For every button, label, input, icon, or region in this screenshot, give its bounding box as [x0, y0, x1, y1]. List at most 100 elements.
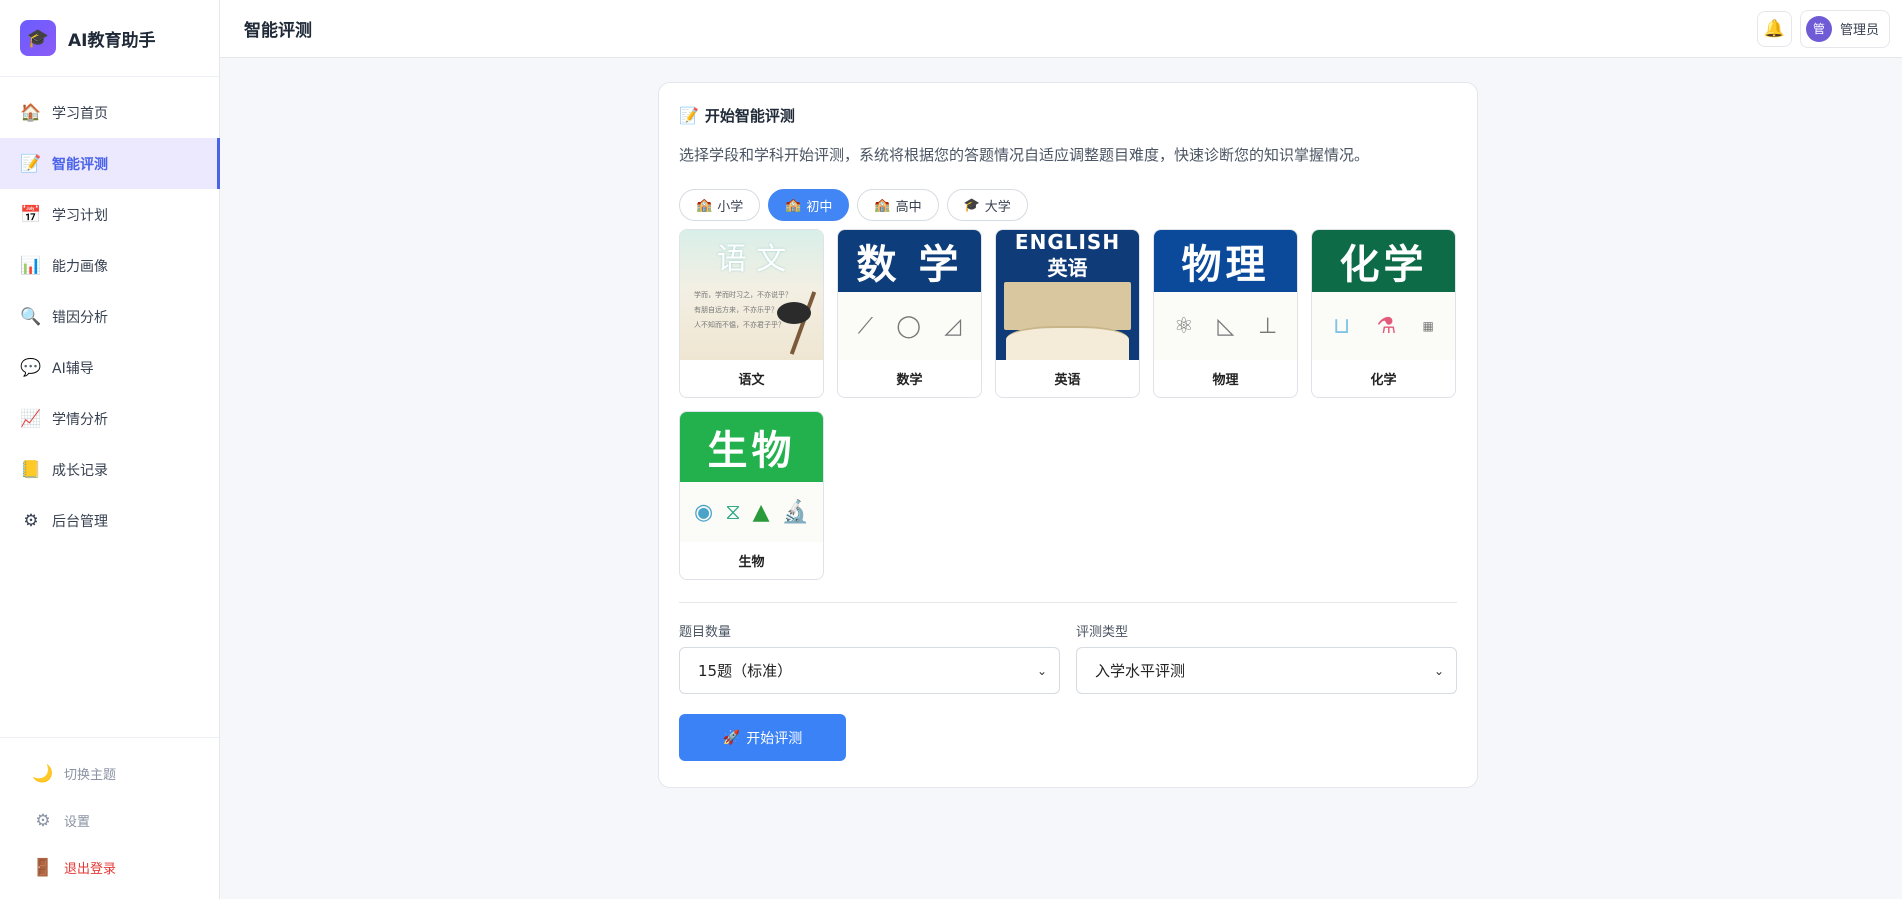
- subject-cover-image: 数 学 ⟋ ◯ ◿: [838, 230, 981, 360]
- cover-title: 英语: [1047, 256, 1088, 280]
- subject-cover-image: 物理 ⚛ ◺ ⊥: [1154, 230, 1297, 360]
- sidebar-bottom: 🌙 切换主题 ⚙ 设置 🚪 退出登录: [0, 737, 219, 899]
- assessment-type-label: 评测类型: [1076, 625, 1129, 640]
- sidebar-item-label: 学习计划: [52, 207, 108, 224]
- stage-label: 大学: [984, 199, 1011, 215]
- sidebar-item-assessment[interactable]: 📝 智能评测: [0, 138, 220, 189]
- logout-button[interactable]: 🚪 退出登录: [0, 844, 219, 891]
- sidebar-item-growth[interactable]: 📒 成长记录: [0, 444, 219, 495]
- start-assessment-button[interactable]: 🚀 开始评测: [679, 714, 846, 761]
- stage-junior-button[interactable]: 🏫 初中: [768, 189, 850, 221]
- school-icon: 🏫: [785, 197, 802, 213]
- theme-toggle-button[interactable]: 🌙 切换主题: [0, 750, 219, 797]
- card-title: 📝 开始智能评测: [679, 105, 1457, 126]
- subject-cover-image: ENGLISH 英语: [996, 230, 1139, 360]
- sidebar-item-label: AI辅导: [52, 360, 94, 377]
- subject-card-biology[interactable]: 生物 ◉ ⧖ ▲ 🔬 生物: [679, 411, 824, 580]
- memo-icon: 📝: [679, 106, 699, 125]
- gear-icon: ⚙: [23, 510, 39, 531]
- subject-card-math[interactable]: 数 学 ⟋ ◯ ◿ 数学: [837, 229, 982, 398]
- atom-icon: ⚛: [1173, 313, 1194, 339]
- cell-icon: ◉: [694, 499, 714, 525]
- stage-label: 初中: [806, 199, 833, 215]
- chevron-down-icon: ⌄: [1433, 663, 1444, 678]
- beaker-icon: ⊔: [1333, 313, 1351, 339]
- inkstone-icon: [777, 302, 811, 324]
- graduation-cap-icon: 🎓: [963, 197, 980, 213]
- options-row: 题目数量 15题（标准） ⌄ 评测类型 入学水平评测 ⌄: [679, 621, 1457, 694]
- trend-chart-icon: 📈: [20, 408, 42, 429]
- open-book-icon: [1006, 326, 1129, 360]
- cover-line: 学而，学而时习之，不亦说乎？: [694, 291, 792, 299]
- biology-diagrams: ◉ ⧖ ▲ 🔬: [680, 482, 823, 542]
- brand[interactable]: 🎓 AI教育助手: [0, 0, 219, 77]
- school-icon: 🏫: [874, 197, 891, 213]
- gear-icon: ⚙: [35, 810, 51, 831]
- question-count-select[interactable]: 15题（标准） ⌄: [679, 647, 1060, 694]
- cover-title: 化学: [1312, 230, 1455, 292]
- sidebar-item-home[interactable]: 🏠 学习首页: [0, 87, 219, 138]
- leaf-icon: ▲: [752, 499, 770, 525]
- sidebar-item-label: 能力画像: [52, 258, 108, 275]
- subject-name: 生物: [738, 555, 765, 570]
- sidebar: 🎓 AI教育助手 🏠 学习首页 📝 智能评测 📅 学习计划 📊 能力画像 🔍 错…: [0, 0, 220, 899]
- question-count-label: 题目数量: [679, 625, 732, 640]
- sidebar-item-learning-analysis[interactable]: 📈 学情分析: [0, 393, 219, 444]
- dna-icon: ⧖: [725, 499, 741, 525]
- question-count-value: 15题（标准）: [698, 662, 793, 680]
- sidebar-item-profile[interactable]: 📊 能力画像: [0, 240, 219, 291]
- subject-cover-image: 生物 ◉ ⧖ ▲ 🔬: [680, 412, 823, 542]
- incline-icon: ◺: [1217, 313, 1235, 339]
- assessment-type-select[interactable]: 入学水平评测 ⌄: [1076, 647, 1457, 694]
- user-menu-button[interactable]: 管 管理员: [1799, 9, 1890, 48]
- memo-icon: 📝: [20, 153, 42, 174]
- subject-name: 物理: [1212, 373, 1239, 388]
- triangle-icon: ◿: [944, 313, 962, 339]
- notebook-icon: 📒: [20, 459, 42, 480]
- notification-button[interactable]: 🔔: [1756, 10, 1792, 47]
- stage-primary-button[interactable]: 🏫 小学: [679, 189, 761, 221]
- flask-icon: ⚗: [1376, 313, 1397, 339]
- stage-senior-button[interactable]: 🏫 高中: [857, 189, 939, 221]
- graph-icon: ⟋: [857, 313, 874, 339]
- start-assessment-label: 开始评测: [746, 730, 803, 747]
- subject-card-english[interactable]: ENGLISH 英语 英语: [995, 229, 1140, 398]
- avatar: 管: [1805, 15, 1832, 42]
- sidebar-item-plan[interactable]: 📅 学习计划: [0, 189, 219, 240]
- question-count-group: 题目数量 15题（标准） ⌄: [679, 621, 1060, 694]
- cover-title: 生物: [680, 412, 823, 482]
- card-description: 选择学段和学科开始评测，系统将根据您的答题情况自适应调整题目难度，快速诊断您的知…: [679, 146, 1370, 164]
- subject-card-chemistry[interactable]: 化学 ⊔ ⚗ ▦ 化学: [1311, 229, 1456, 398]
- sidebar-item-label: 错因分析: [52, 309, 108, 326]
- theme-toggle-label: 切换主题: [64, 768, 117, 783]
- moon-icon: 🌙: [32, 763, 54, 784]
- sidebar-item-error-analysis[interactable]: 🔍 错因分析: [0, 291, 219, 342]
- world-map-icon: [1004, 282, 1131, 330]
- chevron-down-icon: ⌄: [1036, 663, 1047, 678]
- sidebar-item-admin[interactable]: ⚙ 后台管理: [0, 495, 219, 546]
- bell-icon: 🔔: [1763, 18, 1786, 39]
- assessment-type-group: 评测类型 入学水平评测 ⌄: [1076, 621, 1457, 694]
- calendar-icon: 📅: [20, 204, 42, 225]
- sidebar-item-label: 学习首页: [52, 105, 108, 122]
- settings-button[interactable]: ⚙ 设置: [0, 797, 219, 844]
- sidebar-item-label: 成长记录: [52, 462, 108, 479]
- sidebar-item-ai-tutor[interactable]: 💬 AI辅导: [0, 342, 219, 393]
- settings-label: 设置: [64, 815, 91, 830]
- subject-card-physics[interactable]: 物理 ⚛ ◺ ⊥ 物理: [1153, 229, 1298, 398]
- subject-cover-image: 化学 ⊔ ⚗ ▦: [1312, 230, 1455, 360]
- sidebar-item-label: 学情分析: [52, 411, 108, 428]
- subject-grid: 语 文 学而，学而时习之，不亦说乎？ 有朋自远方来，不亦乐乎？ 人不知而不愠，不…: [679, 229, 1457, 580]
- chemistry-diagrams: ⊔ ⚗ ▦: [1312, 292, 1455, 360]
- pulley-icon: ⊥: [1257, 313, 1278, 339]
- subject-name: 数学: [896, 373, 923, 388]
- subject-cover-image: 语 文 学而，学而时习之，不亦说乎？ 有朋自远方来，不亦乐乎？ 人不知而不愠，不…: [680, 230, 823, 360]
- subject-name: 英语: [1054, 373, 1081, 388]
- sidebar-nav: 🏠 学习首页 📝 智能评测 📅 学习计划 📊 能力画像 🔍 错因分析 💬 AI辅…: [0, 77, 220, 546]
- cover-title: 物理: [1154, 230, 1297, 292]
- subject-name: 语文: [738, 373, 765, 388]
- rocket-icon: 🚀: [722, 729, 741, 746]
- stage-university-button[interactable]: 🎓 大学: [946, 189, 1028, 221]
- subject-card-chinese[interactable]: 语 文 学而，学而时习之，不亦说乎？ 有朋自远方来，不亦乐乎？ 人不知而不愠，不…: [679, 229, 824, 398]
- cover-line: 人不知而不愠，不亦君子乎？: [694, 321, 785, 329]
